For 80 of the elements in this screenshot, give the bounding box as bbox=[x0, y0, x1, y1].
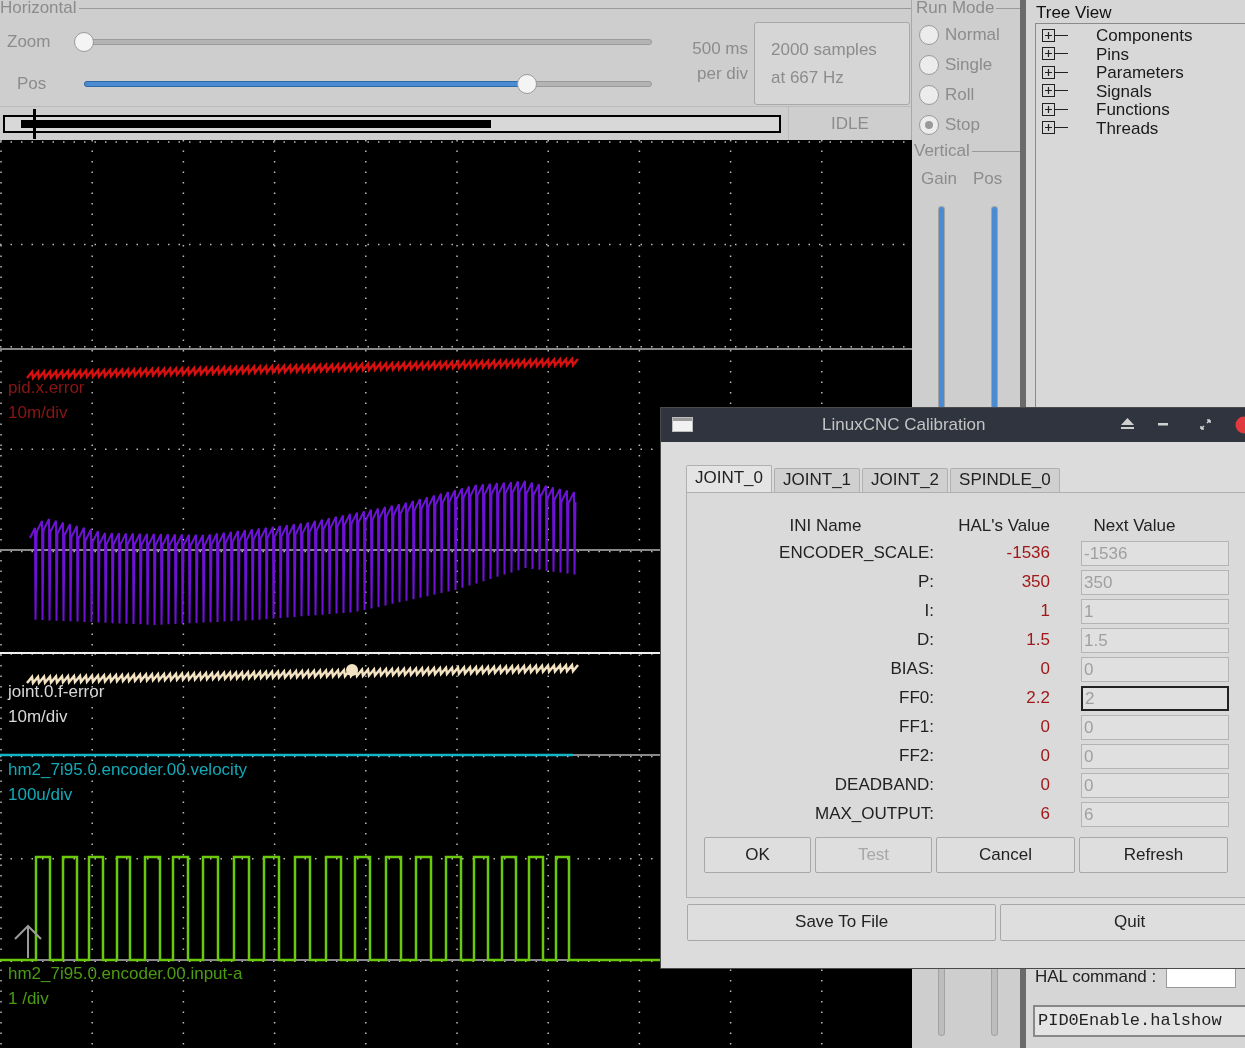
plus-box-icon[interactable] bbox=[1042, 28, 1068, 43]
parameter-name: FF2: bbox=[898, 746, 934, 767]
tab[interactable]: JOINT_1 bbox=[774, 468, 861, 492]
slider-label: Pos bbox=[16, 73, 48, 95]
radio-label: Stop bbox=[945, 114, 980, 136]
tab[interactable]: JOINT_0 bbox=[686, 465, 773, 492]
channel-name: joint.0.f-error bbox=[8, 681, 105, 703]
tab[interactable]: JOINT_2 bbox=[862, 468, 949, 492]
plus-box-icon[interactable] bbox=[1042, 102, 1068, 117]
parameter-name: FF1: bbox=[898, 717, 934, 738]
radio-button[interactable] bbox=[919, 25, 939, 45]
tree-item[interactable]: Functions bbox=[1042, 100, 1245, 119]
group-title: Run Mode bbox=[916, 0, 995, 16]
column-header: INI Name bbox=[788, 515, 863, 537]
hal-value: 0 bbox=[1039, 659, 1050, 680]
channel-scale: 1 /div bbox=[8, 988, 49, 1010]
channel-scale: 10m/div bbox=[8, 706, 68, 728]
plus-box-icon[interactable] bbox=[1042, 65, 1068, 80]
window-icon bbox=[672, 417, 693, 432]
restore-icon[interactable] bbox=[1200, 419, 1211, 430]
radio-button[interactable] bbox=[919, 115, 939, 135]
hal-value: 0 bbox=[1039, 775, 1050, 796]
hal-value: 0 bbox=[1039, 717, 1050, 738]
parameter-name: ENCODER_SCALE: bbox=[778, 543, 934, 564]
parameter-name: DEADBAND: bbox=[833, 775, 934, 796]
parameter-name: BIAS: bbox=[889, 659, 934, 680]
parameter-name: D: bbox=[916, 630, 934, 651]
parameter-name: P: bbox=[916, 572, 934, 593]
group-title: Vertical bbox=[914, 143, 970, 159]
column-header: Next Value bbox=[1092, 515, 1177, 537]
radio-button[interactable] bbox=[919, 55, 939, 75]
hal-value: 1 bbox=[1039, 601, 1050, 622]
slider-thumb[interactable] bbox=[517, 74, 538, 94]
plus-box-icon[interactable] bbox=[1042, 47, 1068, 62]
window-title: LinuxCNC Calibration bbox=[822, 415, 986, 436]
panel-title: Tree View bbox=[1036, 3, 1113, 24]
hal-value: -1536 bbox=[1005, 543, 1050, 564]
channel-name: hm2_7i95.0.encoder.00.input-a bbox=[8, 963, 243, 985]
plus-box-icon[interactable] bbox=[1042, 121, 1068, 136]
parameter-name: MAX_OUTPUT: bbox=[813, 804, 934, 825]
file-name-field[interactable]: PID0Enable.halshow bbox=[1033, 1005, 1245, 1037]
dialog-button[interactable]: OK bbox=[704, 837, 811, 873]
plus-box-icon[interactable] bbox=[1042, 84, 1068, 99]
channel-scale: 10m/div bbox=[8, 402, 68, 424]
eject-icon[interactable] bbox=[1121, 418, 1134, 430]
radio-label: Single bbox=[945, 54, 993, 76]
dialog-button[interactable]: Cancel bbox=[936, 837, 1075, 873]
trigger-arrow-icon bbox=[14, 924, 42, 959]
cursor-dot bbox=[346, 664, 358, 676]
dialog-button[interactable]: Refresh bbox=[1079, 837, 1228, 873]
radio-label: Roll bbox=[945, 84, 975, 106]
radio-label: Normal bbox=[945, 24, 1000, 46]
column-header: HAL's Value bbox=[957, 515, 1050, 537]
tree-item[interactable]: Signals bbox=[1042, 81, 1245, 101]
dialog-button[interactable]: Quit bbox=[1000, 904, 1245, 941]
parameter-name: I: bbox=[923, 601, 934, 622]
field-label: HAL command : bbox=[1035, 966, 1157, 988]
slider-thumb[interactable] bbox=[74, 32, 94, 52]
hal-value: 2.2 bbox=[1025, 688, 1050, 709]
time-scale-text: 500 ms per div bbox=[691, 37, 748, 85]
channel-scale: 100u/div bbox=[8, 784, 73, 806]
slider-label: Gain bbox=[921, 169, 957, 190]
channel-name: hm2_7i95.0.encoder.00.velocity bbox=[8, 759, 248, 781]
tab[interactable]: SPINDLE_0 bbox=[950, 468, 1060, 492]
channel-name: pid.x.error bbox=[8, 377, 85, 399]
minimize-icon[interactable] bbox=[1158, 423, 1168, 426]
radio-button[interactable] bbox=[919, 85, 939, 105]
dialog-button[interactable]: Save To File bbox=[687, 904, 997, 941]
slider-label: Pos bbox=[972, 169, 1003, 190]
tree-item[interactable]: Parameters bbox=[1042, 63, 1245, 82]
group-title: Horizontal bbox=[0, 0, 77, 16]
hal-value: 0 bbox=[1039, 746, 1050, 767]
hal-value: 350 bbox=[1020, 572, 1050, 593]
slider-label: Zoom bbox=[6, 31, 52, 53]
tree-item[interactable]: Components bbox=[1042, 26, 1245, 45]
tree-item[interactable]: Threads bbox=[1042, 118, 1245, 138]
hal-value: 1.5 bbox=[1025, 630, 1050, 651]
parameter-name: FF0: bbox=[898, 688, 934, 709]
hal-value: 6 bbox=[1039, 804, 1050, 825]
tree-item[interactable]: Pins bbox=[1042, 44, 1245, 64]
